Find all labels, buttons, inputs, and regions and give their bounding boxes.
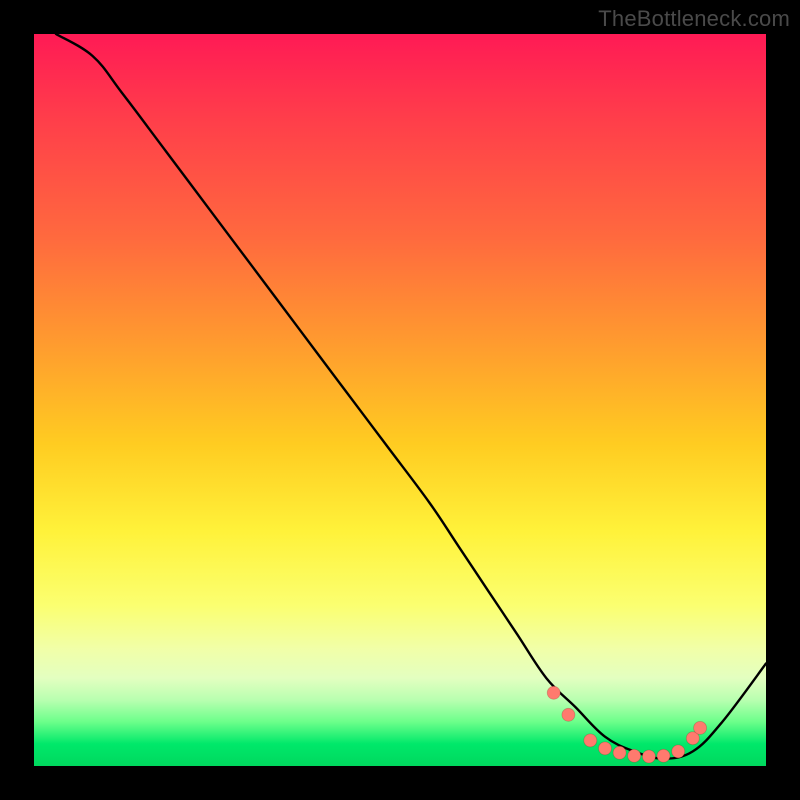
marker-dot: [628, 749, 641, 762]
marker-dot: [584, 734, 597, 747]
marker-dot: [613, 746, 626, 759]
marker-dot: [657, 749, 670, 762]
curve-line: [56, 34, 766, 759]
marker-dot: [694, 721, 707, 734]
chart-frame: TheBottleneck.com: [0, 0, 800, 800]
inflection-dots: [547, 686, 706, 763]
plot-area: [34, 34, 766, 766]
marker-dot: [672, 745, 685, 758]
marker-dot: [599, 742, 612, 755]
watermark-text: TheBottleneck.com: [598, 6, 790, 32]
marker-dot: [562, 708, 575, 721]
marker-dot: [642, 750, 655, 763]
marker-dot: [547, 686, 560, 699]
chart-svg: [34, 34, 766, 766]
